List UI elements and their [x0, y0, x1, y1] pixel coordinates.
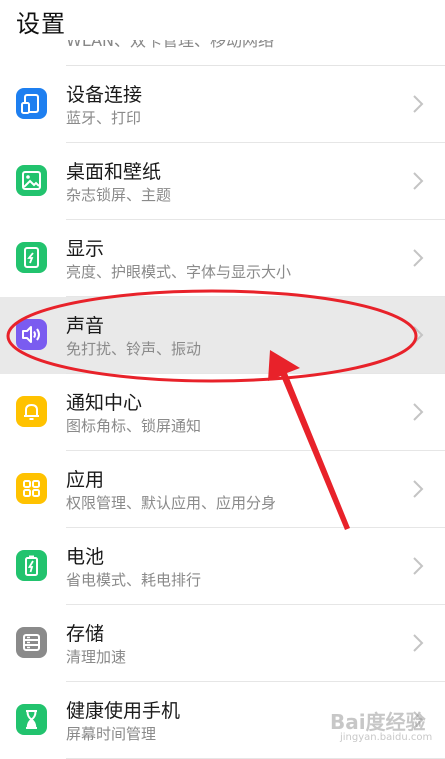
settings-item-subtitle: 杂志锁屏、主题 — [66, 186, 172, 204]
settings-list: 设备连接 蓝牙、打印 桌面和壁纸 杂志锁屏、主题 显示 亮度、护眼模式、字体与显… — [0, 66, 445, 759]
wallpaper-icon — [16, 165, 47, 196]
battery-icon — [16, 550, 47, 581]
settings-item-title: 电池 — [66, 546, 105, 568]
device-connection-icon — [16, 88, 47, 119]
watermark-text: Bai度经验 — [330, 710, 426, 734]
display-icon — [16, 242, 47, 273]
chevron-right-icon — [413, 634, 424, 652]
header: 设置 — [0, 0, 445, 40]
watermark-subtext: jingyan.baidu.com — [340, 732, 433, 743]
chevron-right-icon — [413, 326, 424, 344]
settings-item-subtitle: 免打扰、铃声、振动 — [66, 340, 202, 358]
bell-icon — [16, 396, 47, 427]
settings-item-title: 设备连接 — [66, 84, 143, 106]
settings-item-storage[interactable]: 存储 清理加速 — [0, 605, 445, 682]
chevron-right-icon — [413, 557, 424, 575]
settings-item-title: 显示 — [66, 238, 105, 260]
settings-item-subtitle: 图标角标、锁屏通知 — [66, 417, 202, 435]
chevron-right-icon — [413, 172, 424, 190]
settings-item-sound[interactable]: 声音 免打扰、铃声、振动 — [0, 297, 445, 374]
settings-item-subtitle: 省电模式、耗电排行 — [66, 571, 202, 589]
settings-item-network[interactable]: WLAN、双卡管理、移动网络 — [0, 36, 445, 66]
sound-icon — [16, 319, 47, 350]
settings-item-title: 健康使用手机 — [66, 700, 181, 722]
settings-item-subtitle: 屏幕时间管理 — [66, 725, 157, 743]
settings-item-apps[interactable]: 应用 权限管理、默认应用、应用分身 — [0, 451, 445, 528]
page-title: 设置 — [16, 10, 66, 38]
chevron-right-icon — [413, 403, 424, 421]
chevron-right-icon — [413, 249, 424, 267]
settings-item-title: 应用 — [66, 469, 105, 491]
settings-item-title: 桌面和壁纸 — [66, 161, 162, 183]
settings-item-battery[interactable]: 电池 省电模式、耗电排行 — [0, 528, 445, 605]
settings-item-subtitle: 清理加速 — [66, 648, 127, 666]
settings-item-title: 存储 — [66, 623, 105, 645]
settings-item-subtitle: 权限管理、默认应用、应用分身 — [66, 494, 277, 512]
hourglass-icon — [16, 704, 47, 735]
apps-icon — [16, 473, 47, 504]
settings-item-wallpaper[interactable]: 桌面和壁纸 杂志锁屏、主题 — [0, 143, 445, 220]
settings-item-notifications[interactable]: 通知中心 图标角标、锁屏通知 — [0, 374, 445, 451]
settings-item-display[interactable]: 显示 亮度、护眼模式、字体与显示大小 — [0, 220, 445, 297]
baidu-watermark: Bai度经验 jingyan.baidu.com — [330, 700, 442, 750]
storage-icon — [16, 627, 47, 658]
settings-item-title: 声音 — [66, 315, 105, 337]
settings-item-title: 通知中心 — [66, 392, 143, 414]
settings-item-subtitle: 蓝牙、打印 — [66, 109, 142, 127]
chevron-right-icon — [413, 480, 424, 498]
chevron-right-icon — [413, 95, 424, 113]
settings-item-device-connection[interactable]: 设备连接 蓝牙、打印 — [0, 66, 445, 143]
divider — [66, 65, 445, 66]
settings-item-subtitle: 亮度、护眼模式、字体与显示大小 — [66, 263, 292, 281]
